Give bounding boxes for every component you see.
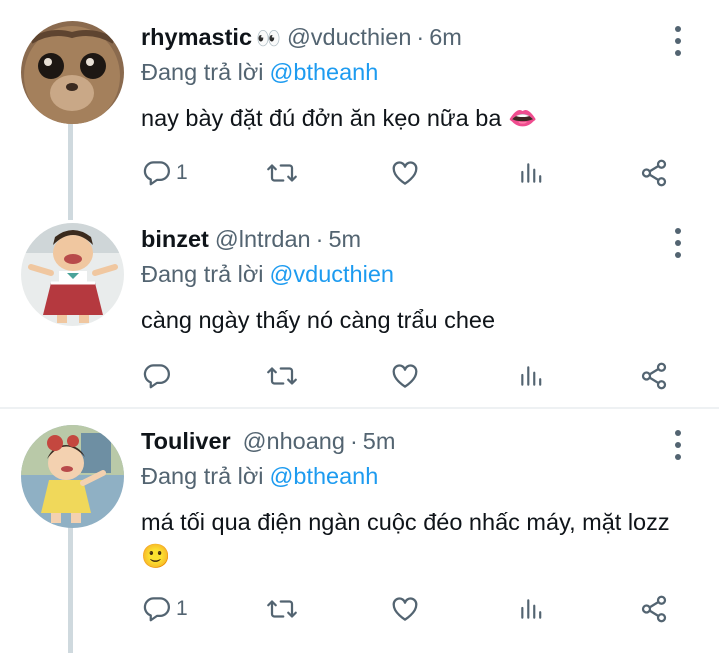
- analytics-icon: [521, 599, 542, 619]
- retweet-icon: [267, 367, 297, 385]
- replying-to: Đang trả lời @btheanh: [141, 59, 378, 86]
- tweet-2[interactable]: binzet @lntrdan · 5m Đang trả lời @vducthien…: [0, 202, 719, 407]
- tweet-header: binzet @lntrdan · 5m: [141, 226, 361, 253]
- share-button[interactable]: [639, 156, 669, 190]
- user-handle[interactable]: @vducthien: [287, 24, 411, 50]
- user-handle[interactable]: @nhoang: [243, 428, 345, 454]
- reply-mention[interactable]: @btheanh: [270, 463, 379, 489]
- replying-label: Đang trả lời: [141, 463, 264, 489]
- timestamp[interactable]: 5m: [328, 226, 361, 252]
- share-button[interactable]: [639, 359, 669, 393]
- tweet-actions: 1: [141, 592, 681, 626]
- replying-label: Đang trả lời: [141, 59, 264, 85]
- retweet-button[interactable]: [265, 359, 299, 393]
- lips-emoji: 👄: [507, 105, 538, 131]
- tweet-text: càng ngày thấy nó càng trẩu chee: [141, 303, 681, 337]
- share-button[interactable]: [639, 592, 669, 626]
- like-button[interactable]: [389, 156, 421, 190]
- like-icon: [392, 161, 418, 185]
- reply-count: 1: [176, 597, 188, 620]
- smile-emoji: 🙂: [141, 543, 171, 569]
- tweet-actions: 1: [141, 156, 681, 190]
- more-icon[interactable]: [671, 228, 685, 258]
- tweet-1[interactable]: rhymastic 👀 @vducthien · 6m Đang trả lời @bth…: [0, 0, 719, 205]
- analytics-icon: [521, 366, 542, 386]
- like-button[interactable]: [389, 359, 421, 393]
- tweet-text-body: má tối qua điện ngàn cuộc đéo nhấc máy, …: [141, 509, 670, 535]
- replying-label: Đang trả lời: [141, 261, 264, 287]
- timestamp[interactable]: 6m: [429, 24, 462, 50]
- reply-mention[interactable]: @btheanh: [270, 59, 379, 85]
- like-button[interactable]: [389, 592, 421, 626]
- tweet-text-body: càng ngày thấy nó càng trẩu chee: [141, 307, 496, 333]
- tweet-text: má tối qua điện ngàn cuộc đéo nhấc máy, …: [141, 505, 681, 573]
- retweet-icon: [267, 164, 297, 182]
- reply-mention[interactable]: @vducthien: [270, 261, 394, 287]
- more-icon[interactable]: [671, 430, 685, 460]
- tweet-text: nay bày đặt đú đởn ăn kẹo nữa ba 👄: [141, 101, 681, 135]
- display-name[interactable]: Touliver: [141, 428, 231, 454]
- timestamp[interactable]: 5m: [363, 428, 396, 454]
- tweet-actions: [141, 359, 681, 393]
- replying-to: Đang trả lời @vducthien: [141, 261, 394, 288]
- avatar-rhymastic[interactable]: [21, 21, 124, 124]
- like-icon: [392, 597, 418, 621]
- analytics-button[interactable]: [518, 359, 544, 393]
- tweet-3[interactable]: Touliver @nhoang · 5m Đang trả lời @btheanh …: [0, 404, 719, 653]
- eyes-emoji: 👀: [256, 28, 281, 50]
- share-icon: [641, 362, 667, 390]
- separator: ·: [416, 24, 425, 50]
- retweet-button[interactable]: [265, 592, 299, 626]
- retweet-icon: [267, 600, 297, 618]
- like-icon: [392, 364, 418, 388]
- reply-button[interactable]: 1: [142, 592, 188, 626]
- analytics-icon: [521, 163, 542, 183]
- reply-button[interactable]: [142, 359, 176, 393]
- display-name[interactable]: rhymastic: [141, 24, 252, 50]
- tweet-header: rhymastic 👀 @vducthien · 6m: [141, 24, 462, 51]
- reply-icon: [143, 161, 170, 186]
- tweet-text-body: nay bày đặt đú đởn ăn kẹo nữa ba: [141, 105, 502, 131]
- avatar-touliver[interactable]: [21, 425, 124, 528]
- share-icon: [641, 595, 667, 623]
- tweet-header: Touliver @nhoang · 5m: [141, 428, 395, 455]
- retweet-button[interactable]: [265, 156, 299, 190]
- user-handle[interactable]: @lntrdan: [215, 226, 311, 252]
- reply-icon: [143, 597, 170, 622]
- reply-icon: [143, 364, 170, 389]
- analytics-button[interactable]: [518, 592, 544, 626]
- avatar-binzet[interactable]: [21, 223, 124, 326]
- display-name[interactable]: binzet: [141, 226, 209, 252]
- replying-to: Đang trả lời @btheanh: [141, 463, 378, 490]
- separator: ·: [315, 226, 324, 252]
- reply-button[interactable]: 1: [142, 156, 188, 190]
- separator: ·: [349, 428, 358, 454]
- more-icon[interactable]: [671, 26, 685, 56]
- analytics-button[interactable]: [518, 156, 544, 190]
- share-icon: [641, 159, 667, 187]
- reply-count: 1: [176, 161, 188, 184]
